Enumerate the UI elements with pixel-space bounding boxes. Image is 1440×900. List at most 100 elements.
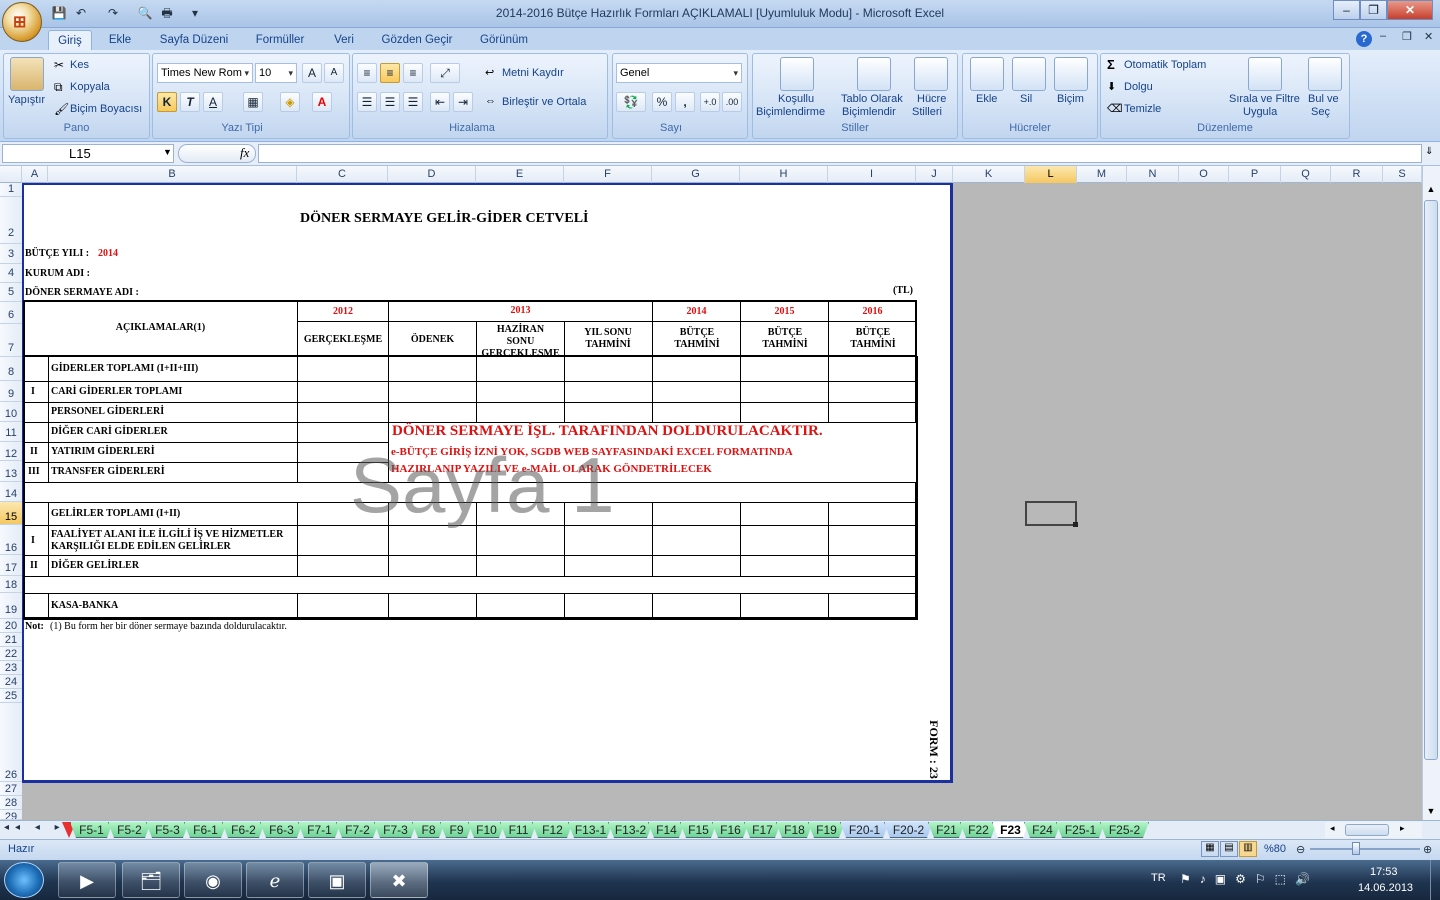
save-icon[interactable]: 💾 <box>50 4 68 22</box>
format-cells-icon[interactable] <box>1054 57 1088 91</box>
table-cell[interactable] <box>23 422 49 443</box>
zoom-slider-thumb[interactable] <box>1352 842 1360 855</box>
row-header[interactable]: 9 <box>0 381 22 402</box>
table-cell[interactable] <box>564 593 653 620</box>
table-cell[interactable] <box>740 356 829 382</box>
cell-styles-icon[interactable] <box>914 57 948 91</box>
expand-formula-icon[interactable]: ⇓ <box>1425 146 1433 157</box>
zoom-level[interactable]: %80 <box>1264 843 1286 855</box>
row-header[interactable]: 13 <box>0 461 22 482</box>
table-cell[interactable] <box>652 402 741 423</box>
sheet-tab[interactable]: F24 <box>1024 822 1061 838</box>
select-all-corner[interactable] <box>0 166 22 183</box>
table-cell[interactable] <box>297 402 389 423</box>
file-explorer-icon[interactable]: 🗂 <box>122 862 180 898</box>
conditional-format-label1[interactable]: Koşullu <box>778 93 814 105</box>
table-cell[interactable] <box>388 402 477 423</box>
percent-button[interactable]: % <box>652 92 672 112</box>
col-header[interactable]: F <box>564 166 652 183</box>
language-indicator[interactable]: TR <box>1151 872 1166 884</box>
format-cells-button[interactable]: Biçim <box>1057 93 1084 105</box>
row-header[interactable]: 28 <box>0 796 22 810</box>
table-cell[interactable] <box>652 525 741 556</box>
paste-button[interactable]: Yapıştır <box>8 94 45 106</box>
tab-view[interactable]: Görünüm <box>470 30 538 50</box>
table-cell[interactable] <box>740 525 829 556</box>
tab-review[interactable]: Gözden Geçir <box>372 30 462 50</box>
row-header[interactable]: 23 <box>0 661 22 675</box>
restore-button[interactable]: ❐ <box>1360 0 1387 20</box>
col-header[interactable]: A <box>22 166 48 183</box>
sheet-tab[interactable]: F21 <box>928 822 965 838</box>
row-header[interactable]: 25 <box>0 689 22 703</box>
sheet-tab[interactable]: F20-2 <box>884 822 933 838</box>
sheet-tab[interactable]: F7-1 <box>298 822 341 838</box>
tray-icons[interactable]: ⚑♪▣⚙⚐⬚🔊 <box>1180 872 1319 886</box>
row-header[interactable]: 24 <box>0 675 22 689</box>
table-cell[interactable] <box>23 356 49 382</box>
align-right-icon[interactable]: ☰ <box>403 92 423 112</box>
row-header[interactable]: 12 <box>0 442 22 461</box>
customize-qat-icon[interactable]: ▾ <box>186 4 204 22</box>
format-table-label1[interactable]: Tablo Olarak <box>841 93 903 105</box>
table-cell[interactable] <box>652 381 741 403</box>
sheet-tab[interactable]: F15 <box>680 822 717 838</box>
zoom-slider[interactable] <box>1310 848 1420 850</box>
insert-cells-icon[interactable] <box>970 57 1004 91</box>
align-center-icon[interactable]: ☰ <box>380 92 400 112</box>
scroll-left-icon[interactable]: ◂ <box>1330 823 1335 834</box>
row-header[interactable]: 16 <box>0 525 22 555</box>
table-cell[interactable] <box>476 381 565 403</box>
sort-filter-label1[interactable]: Sırala ve Filtre <box>1229 93 1300 105</box>
col-header[interactable]: P <box>1229 166 1281 183</box>
row-header[interactable]: 7 <box>0 324 22 357</box>
col-header[interactable]: I <box>828 166 916 183</box>
sheet-tab[interactable]: F23 <box>992 822 1029 838</box>
shrink-font-icon[interactable]: A <box>324 63 344 83</box>
decrease-decimal-icon[interactable]: .00 <box>722 92 742 112</box>
sheet-tab[interactable]: F19 <box>808 822 845 838</box>
grow-font-icon[interactable]: A <box>302 63 322 83</box>
print-icon[interactable]: 🖶 <box>158 4 176 22</box>
ribbon-restore-icon[interactable]: ❐ <box>1402 30 1412 43</box>
wrap-text-button[interactable]: Metni Kaydır <box>502 67 564 79</box>
table-cell[interactable] <box>476 593 565 620</box>
table-cell[interactable] <box>23 502 49 526</box>
page-layout-view-icon[interactable]: ▤ <box>1220 841 1238 857</box>
currency-icon[interactable]: 💱 <box>616 92 646 112</box>
table-cell[interactable] <box>564 356 653 382</box>
find-select-label2[interactable]: Seç <box>1311 106 1330 118</box>
scroll-right-icon[interactable]: ▸ <box>1400 823 1405 834</box>
table-cell[interactable] <box>23 381 49 403</box>
col-header[interactable]: H <box>740 166 828 183</box>
col-header[interactable]: G <box>652 166 740 183</box>
cut-button[interactable]: Kes <box>70 59 89 71</box>
office-button[interactable]: ⊞ <box>2 2 42 42</box>
table-cell[interactable] <box>297 593 389 620</box>
sheet-tab[interactable]: F6-1 <box>184 822 227 838</box>
italic-button[interactable]: T <box>180 92 200 112</box>
close-button[interactable]: ✕ <box>1387 0 1433 20</box>
tab-formulas[interactable]: Formüller <box>246 30 314 50</box>
row-header[interactable]: 18 <box>0 576 22 593</box>
font-size-combo[interactable]: 10 <box>255 63 297 83</box>
table-cell[interactable] <box>23 402 49 423</box>
powerpoint-icon[interactable]: ▣ <box>308 862 366 898</box>
undo-icon[interactable]: ↶ <box>72 4 90 22</box>
spacer-row[interactable] <box>23 576 918 594</box>
sheet-tab[interactable]: F6-2 <box>222 822 265 838</box>
zoom-out-icon[interactable]: ⊖ <box>1296 843 1305 856</box>
sheet-tab[interactable]: F6-3 <box>260 822 303 838</box>
clock-time[interactable]: 17:53 <box>1370 866 1398 878</box>
row-header[interactable]: 19 <box>0 593 22 619</box>
col-header[interactable]: O <box>1179 166 1229 183</box>
number-format-combo[interactable]: Genel <box>616 63 742 83</box>
cell-styles-label1[interactable]: Hücre <box>917 93 946 105</box>
row-header[interactable]: 22 <box>0 647 22 661</box>
internet-explorer-icon[interactable]: ℯ <box>246 862 304 898</box>
clear-button[interactable]: Temizle <box>1124 103 1161 115</box>
redo-icon[interactable]: ↷ <box>104 4 122 22</box>
table-cell[interactable] <box>388 593 477 620</box>
fill-button[interactable]: Dolgu <box>1124 81 1153 93</box>
row-header[interactable]: 4 <box>0 264 22 283</box>
